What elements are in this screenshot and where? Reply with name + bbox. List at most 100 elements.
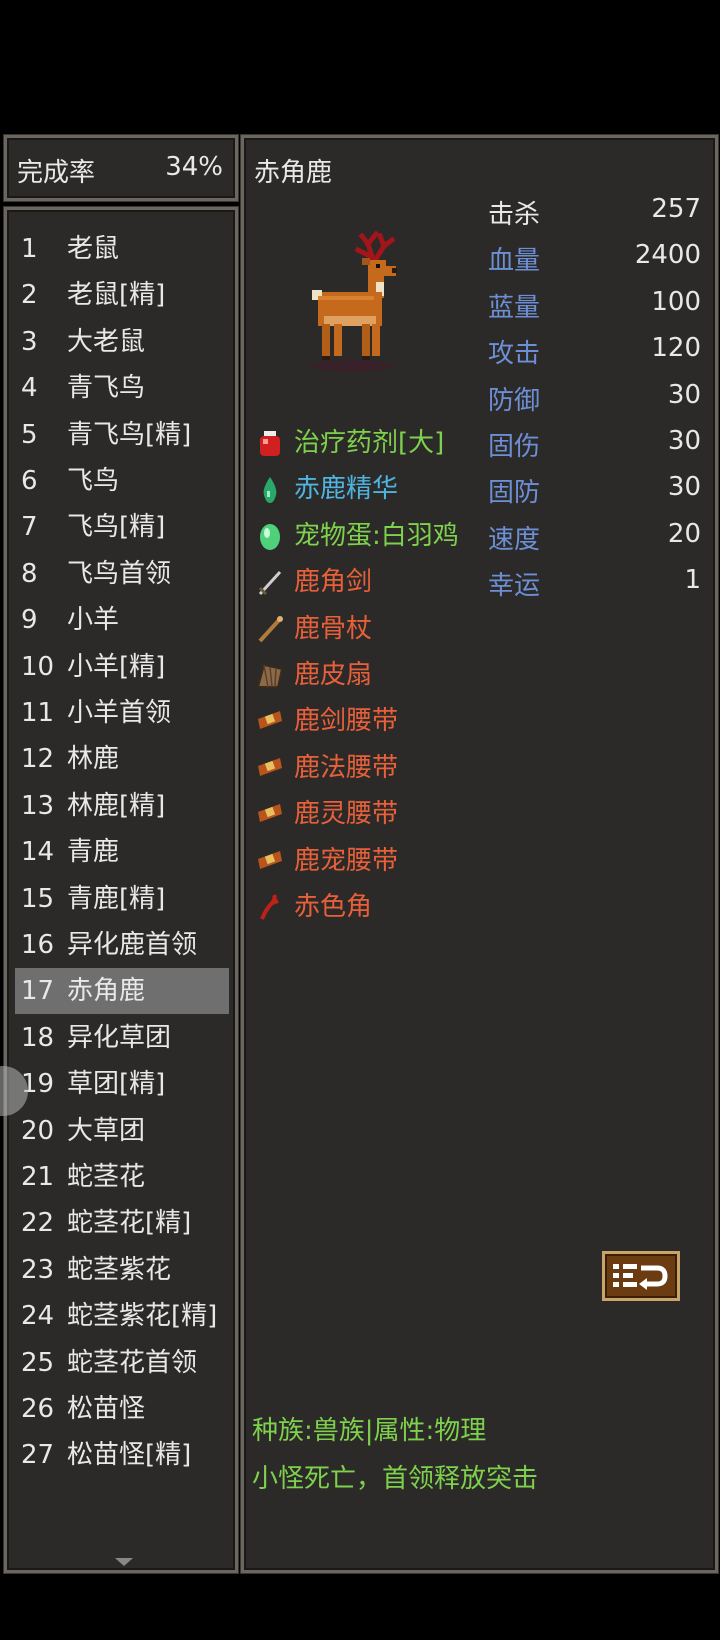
completion-panel: 完成率 34%: [4, 135, 238, 201]
list-item-number: 5: [21, 419, 38, 450]
list-item[interactable]: 9 小羊: [15, 597, 229, 643]
stat-label: 攻击: [488, 339, 541, 370]
list-item-number: 27: [21, 1440, 55, 1471]
list-item-name: 蛇茎紫花: [67, 1254, 172, 1285]
list-item-number: 2: [21, 280, 38, 311]
monster-detail-panel: 赤角鹿 击杀 257 血量 2400 蓝量 100 攻击 120 防御 30 固伤 30 固防 30 速度 2…: [241, 135, 718, 1573]
list-item[interactable]: 13 林鹿[精]: [15, 783, 229, 829]
drop-item-name: 鹿灵腰带: [294, 799, 399, 830]
list-item[interactable]: 5 青飞鸟[精]: [15, 412, 229, 458]
list-item[interactable]: 11 小羊首领: [15, 690, 229, 736]
list-item-number: 16: [21, 930, 55, 960]
stat-label: 防御: [488, 385, 541, 416]
list-item-number: 1: [21, 234, 38, 264]
drop-item-name: 治疗药剂[大]: [294, 428, 445, 458]
list-item-number: 12: [21, 744, 55, 775]
list-item-name: 老鼠: [67, 234, 120, 264]
stat-value: 30: [667, 426, 701, 456]
drop-item-name: 赤鹿精华: [294, 474, 399, 505]
list-item-name: 异化草团: [67, 1022, 172, 1053]
belt-icon: [258, 757, 282, 776]
list-item[interactable]: 27 松苗怪[精]: [15, 1432, 229, 1478]
list-item[interactable]: 19 草团[精]: [15, 1061, 229, 1107]
list-item-number: 26: [21, 1394, 55, 1424]
staff-icon: [258, 615, 283, 642]
list-item[interactable]: 23 蛇茎紫花: [15, 1247, 229, 1293]
behavior-text: 小怪死亡，首领释放突击: [252, 1464, 539, 1494]
list-item-number: 13: [21, 790, 55, 821]
list-item[interactable]: 26 松苗怪: [15, 1386, 229, 1432]
stat-value: 30: [667, 472, 701, 503]
list-item-number: 11: [21, 698, 55, 728]
list-item-name: 蛇茎紫花[精]: [67, 1301, 218, 1332]
stat-value: 20: [667, 518, 701, 549]
list-item[interactable]: 2 老鼠[精]: [15, 272, 229, 318]
stat-value: 2400: [634, 240, 701, 271]
list-item[interactable]: 18 异化草团: [15, 1015, 229, 1061]
list-item-number: 18: [21, 1022, 55, 1053]
list-item-number: 4: [21, 373, 38, 404]
list-item[interactable]: 16 异化鹿首领: [15, 922, 229, 968]
stat-label: 蓝量: [488, 292, 541, 323]
list-item[interactable]: 3 大老鼠: [15, 319, 229, 365]
belt-icon: [258, 804, 282, 823]
list-item[interactable]: 24 蛇茎紫花[精]: [15, 1293, 229, 1339]
drop-item-name: 鹿骨杖: [294, 613, 373, 644]
list-item-name: 林鹿[精]: [67, 790, 166, 821]
stat-value: 100: [651, 286, 701, 317]
list-item-name: 林鹿: [67, 744, 120, 775]
stat-value: 257: [651, 194, 701, 224]
stat-value: 30: [667, 379, 701, 410]
list-item[interactable]: 8 飞鸟首领: [15, 551, 229, 597]
stat-label: 幸运: [488, 571, 541, 602]
list-item-name: 异化鹿首领: [67, 930, 198, 960]
potion-icon: [260, 431, 280, 456]
list-item[interactable]: 10 小羊[精]: [15, 644, 229, 690]
list-item[interactable]: 1 老鼠: [15, 226, 229, 272]
list-item-name: 蛇茎花: [67, 1162, 146, 1192]
red-horn-icon: [260, 894, 279, 920]
drop-item-name: 赤色角: [294, 892, 373, 922]
list-item-name: 松苗怪: [67, 1394, 146, 1424]
list-item-name: 飞鸟首领: [67, 558, 172, 589]
drop-item-name: 鹿角剑: [294, 567, 373, 598]
stat-label: 固防: [488, 478, 541, 509]
drop-item-name: 鹿剑腰带: [294, 706, 399, 737]
list-item-name: 赤角鹿: [67, 976, 146, 1007]
list-item-number: 17: [21, 976, 55, 1007]
list-item-number: 3: [21, 326, 38, 357]
list-item-name: 小羊首领: [67, 698, 172, 728]
belt-icon: [258, 711, 282, 730]
list-item[interactable]: 20 大草团: [15, 1108, 229, 1154]
sword-icon: [258, 571, 282, 596]
list-item[interactable]: 25 蛇茎花首领: [15, 1340, 229, 1386]
stat-label: 击杀: [488, 200, 541, 230]
completion-value: 34%: [165, 152, 223, 182]
list-swap-button[interactable]: [602, 1251, 680, 1301]
list-item[interactable]: 12 林鹿: [15, 736, 229, 782]
list-item[interactable]: 6 飞鸟: [15, 458, 229, 504]
list-item-name: 青飞鸟: [67, 373, 146, 404]
monster-list-panel[interactable]: 1 老鼠 2 老鼠[精] 3 大老鼠 4 青飞鸟 5 青飞鸟[精] 6 飞鸟 7 飞鸟[精] 8 飞鸟首领 9 小…: [4, 207, 238, 1573]
drop-item-name: 鹿宠腰带: [294, 845, 399, 876]
list-item[interactable]: 14 青鹿: [15, 829, 229, 875]
list-item[interactable]: 17 赤角鹿: [15, 968, 229, 1015]
list-item[interactable]: 4 青飞鸟: [15, 365, 229, 411]
list-item-number: 15: [21, 883, 55, 914]
list-item[interactable]: 7 飞鸟[精]: [15, 504, 229, 550]
list-item-name: 飞鸟[精]: [67, 512, 166, 543]
list-item-number: 25: [21, 1347, 55, 1378]
list-swap-icon: [613, 1264, 668, 1290]
list-item[interactable]: 22 蛇茎花[精]: [15, 1200, 229, 1246]
stat-value: 120: [651, 333, 701, 364]
list-item-number: 9: [21, 605, 38, 636]
list-item-name: 青飞鸟[精]: [67, 419, 192, 450]
monster-title: 赤角鹿: [254, 158, 333, 188]
scroll-down-icon[interactable]: [115, 1558, 133, 1566]
list-item-number: 6: [21, 466, 38, 496]
list-item[interactable]: 15 青鹿[精]: [15, 876, 229, 922]
list-item[interactable]: 21 蛇茎花: [15, 1154, 229, 1200]
list-item-name: 大老鼠: [67, 326, 146, 357]
list-item-name: 飞鸟: [67, 466, 120, 496]
list-item-number: 8: [21, 558, 38, 589]
